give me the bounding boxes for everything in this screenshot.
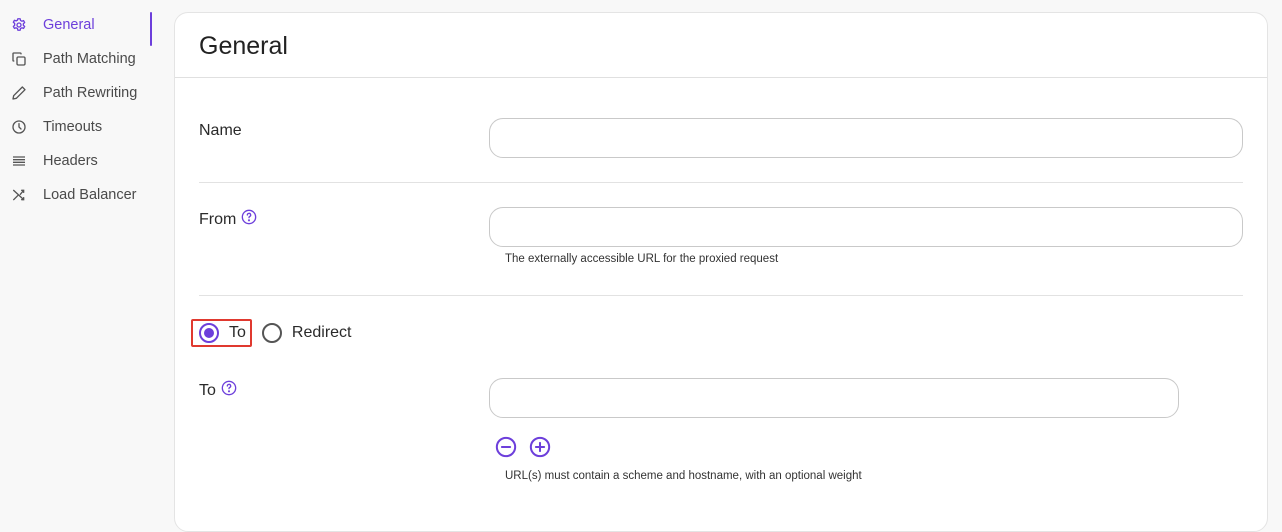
page-title: General (199, 31, 288, 60)
sidebar-item-label: General (43, 17, 95, 33)
add-url-button[interactable] (528, 435, 552, 459)
minus-circle-icon (495, 436, 517, 458)
general-settings-card: General Name From The externally accessi… (174, 12, 1268, 532)
sidebar-item-load-balancer[interactable]: Load Balancer (0, 178, 152, 212)
card-header: General (175, 13, 1267, 78)
help-icon[interactable] (221, 380, 237, 396)
radio-to[interactable]: To (191, 319, 252, 347)
sidebar-item-path-rewriting[interactable]: Path Rewriting (0, 76, 152, 110)
sidebar-item-label: Timeouts (43, 119, 103, 135)
from-label: From (199, 209, 257, 229)
from-hint: The externally accessible URL for the pr… (505, 253, 779, 265)
pencil-icon (10, 84, 28, 102)
sidebar-item-label: Path Matching (43, 51, 136, 67)
divider (199, 295, 1243, 296)
sidebar-item-label: Load Balancer (43, 187, 137, 203)
to-label: To (199, 380, 237, 400)
clock-icon (10, 118, 28, 136)
destination-type-radio-group: To Redirect (191, 319, 355, 347)
shuffle-icon (10, 186, 28, 204)
sidebar-item-general[interactable]: General (0, 8, 152, 46)
gear-icon (10, 16, 28, 34)
name-input[interactable] (489, 118, 1243, 158)
to-hint: URL(s) must contain a scheme and hostnam… (505, 470, 862, 482)
radio-unchecked-icon (261, 323, 282, 343)
sidebar-nav: General Path Matching Path Rewriting Tim… (0, 8, 152, 212)
sidebar-item-label: Headers (43, 153, 98, 169)
radio-label: To (229, 324, 246, 341)
to-label-text: To (199, 382, 216, 399)
help-icon[interactable] (241, 209, 257, 225)
radio-checked-icon (199, 323, 219, 343)
name-label: Name (199, 122, 242, 139)
divider (199, 182, 1243, 183)
from-input[interactable] (489, 207, 1243, 247)
sidebar-item-path-matching[interactable]: Path Matching (0, 42, 152, 76)
sidebar-item-headers[interactable]: Headers (0, 144, 152, 178)
radio-label: Redirect (291, 324, 352, 341)
plus-circle-icon (529, 436, 551, 458)
to-input[interactable] (489, 378, 1179, 418)
sidebar-item-timeouts[interactable]: Timeouts (0, 110, 152, 144)
sidebar-item-label: Path Rewriting (43, 85, 138, 101)
copy-icon (10, 50, 28, 68)
radio-redirect[interactable]: Redirect (256, 319, 356, 347)
lines-icon (10, 152, 28, 170)
remove-url-button[interactable] (494, 435, 518, 459)
from-label-text: From (199, 211, 237, 228)
